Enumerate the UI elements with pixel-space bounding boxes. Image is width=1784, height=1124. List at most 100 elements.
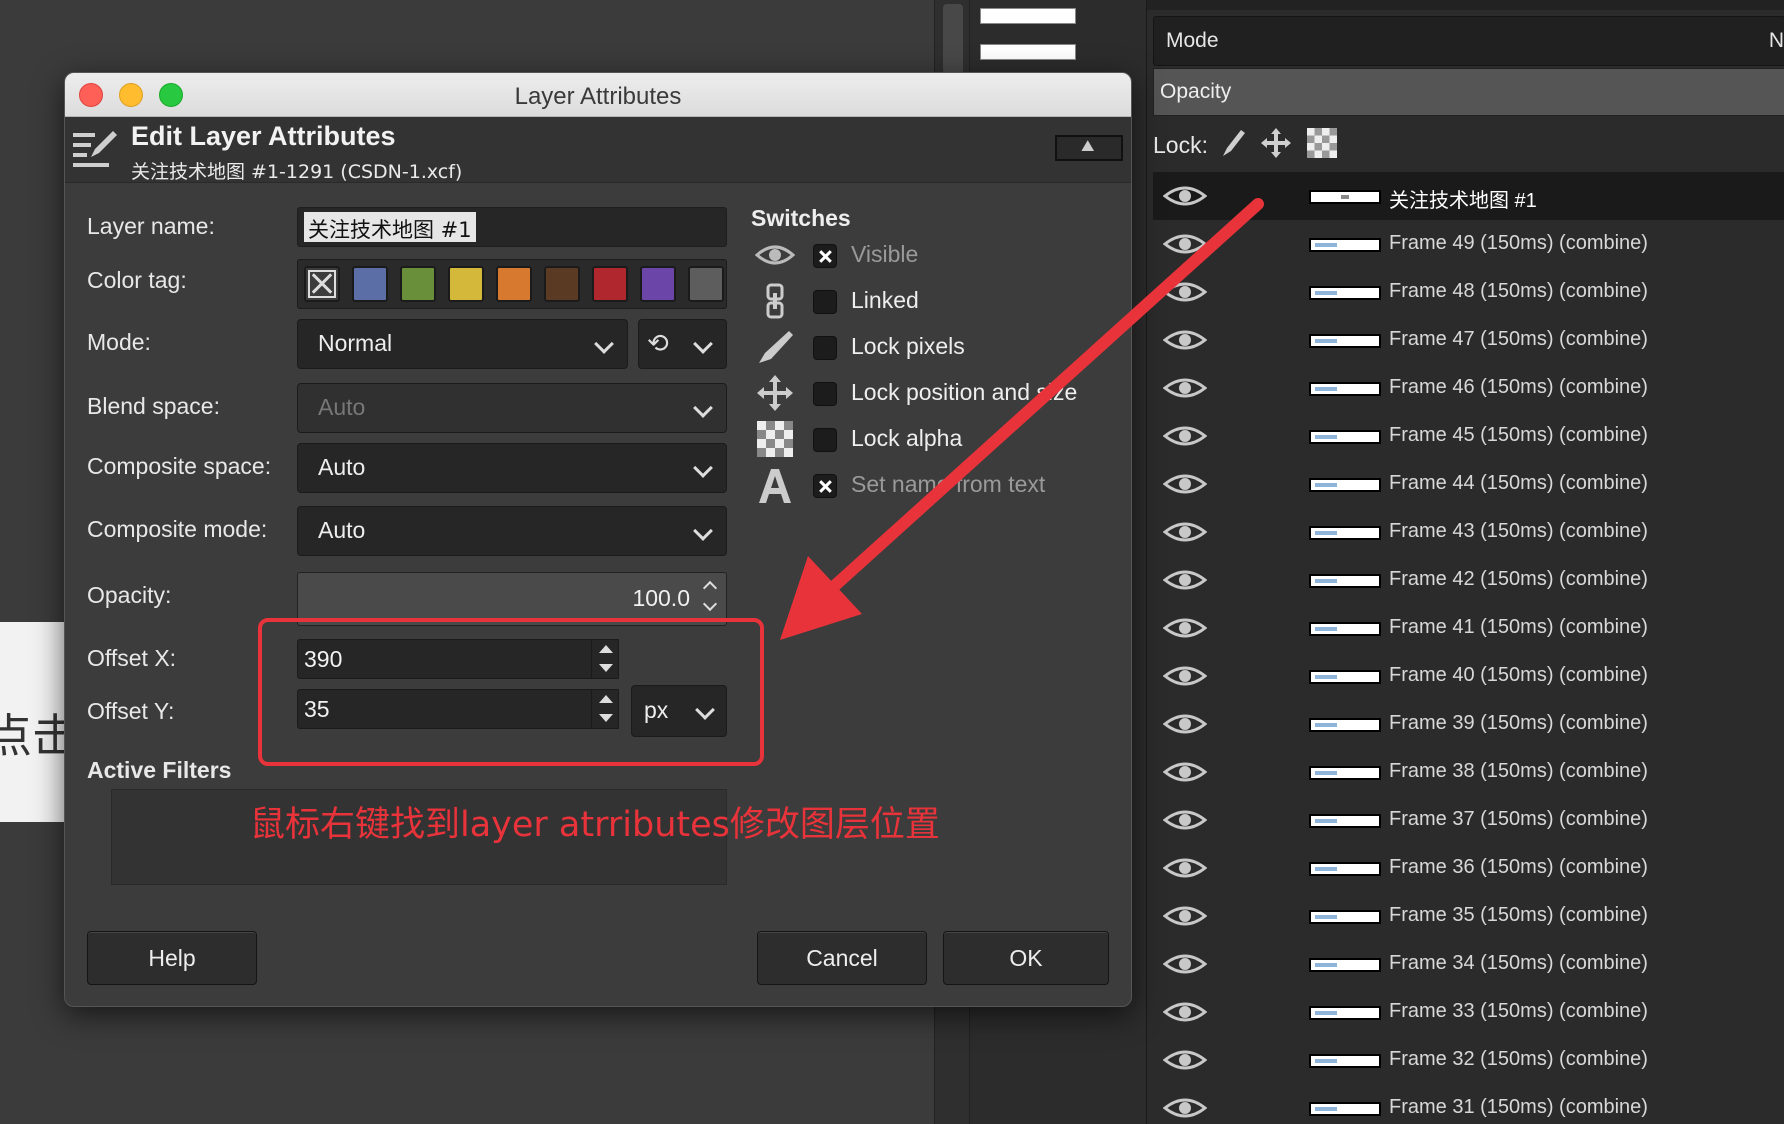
window-titlebar[interactable]: Layer Attributes xyxy=(65,73,1131,117)
color-tag-swatch[interactable] xyxy=(544,266,580,302)
color-tag-none[interactable] xyxy=(304,266,340,302)
checkerboard-icon xyxy=(757,421,793,457)
layer-row[interactable]: Frame 44 (150ms) (combine) xyxy=(1153,460,1784,508)
eye-icon[interactable] xyxy=(1163,230,1207,258)
layer-row[interactable]: Frame 45 (150ms) (combine) xyxy=(1153,412,1784,460)
color-tag-swatch[interactable] xyxy=(352,266,388,302)
name-from-text-checkbox[interactable] xyxy=(813,474,837,498)
switch-visible[interactable]: Visible xyxy=(755,235,1115,275)
eye-icon[interactable] xyxy=(1163,518,1207,546)
layer-mode-selector[interactable]: Mode N xyxy=(1153,16,1784,66)
mode-dropdown[interactable]: Normal xyxy=(297,319,628,369)
layer-row[interactable]: Frame 39 (150ms) (combine) xyxy=(1153,700,1784,748)
image-thumbnail[interactable] xyxy=(980,44,1076,60)
eye-icon[interactable] xyxy=(1163,470,1207,498)
layer-row[interactable]: Frame 38 (150ms) (combine) xyxy=(1153,748,1784,796)
layer-thumbnail xyxy=(1309,670,1381,684)
lock-position-checkbox[interactable] xyxy=(813,382,837,406)
eye-icon[interactable] xyxy=(1163,806,1207,834)
switch-lock-pixels[interactable]: Lock pixels xyxy=(755,327,1115,367)
layer-name: Frame 34 (150ms) (combine) xyxy=(1389,952,1648,974)
layer-name: Frame 42 (150ms) (combine) xyxy=(1389,568,1648,590)
layer-thumbnail xyxy=(1309,334,1381,348)
opacity-label: Opacity xyxy=(1160,80,1232,103)
layer-row[interactable]: Frame 34 (150ms) (combine) xyxy=(1153,940,1784,988)
layer-thumbnail xyxy=(1309,862,1381,876)
color-tag-swatch[interactable] xyxy=(448,266,484,302)
layer-thumbnail xyxy=(1309,286,1381,300)
layer-row[interactable]: Frame 37 (150ms) (combine) xyxy=(1153,796,1784,844)
color-tag-swatch[interactable] xyxy=(592,266,628,302)
layer-row[interactable]: Frame 49 (150ms) (combine) xyxy=(1153,220,1784,268)
eye-icon[interactable] xyxy=(1163,1046,1207,1074)
brush-icon xyxy=(759,331,793,363)
mode-reset-dropdown[interactable]: ⟲ xyxy=(638,319,727,369)
image-thumbnail[interactable] xyxy=(980,8,1076,24)
linked-label: Linked xyxy=(851,287,919,313)
eye-icon[interactable] xyxy=(1163,278,1207,306)
eye-icon[interactable] xyxy=(1163,566,1207,594)
switch-name-from-text[interactable]: Set name from text xyxy=(755,465,1115,505)
eye-icon[interactable] xyxy=(1163,326,1207,354)
layer-name: Frame 32 (150ms) (combine) xyxy=(1389,1048,1648,1070)
layer-opacity-slider[interactable]: Opacity xyxy=(1153,68,1784,116)
text-tool-icon xyxy=(759,469,791,503)
lock-alpha-checker-icon[interactable] xyxy=(1305,126,1339,160)
move-arrows-icon xyxy=(757,375,793,411)
help-button[interactable]: Help xyxy=(87,931,257,985)
switch-lock-position[interactable]: Lock position and size xyxy=(755,373,1115,413)
eye-icon[interactable] xyxy=(1163,950,1207,978)
chevron-down-icon xyxy=(594,334,614,354)
visible-checkbox[interactable] xyxy=(813,244,837,268)
layer-row[interactable]: Frame 35 (150ms) (combine) xyxy=(1153,892,1784,940)
lock-pixels-brush-icon[interactable] xyxy=(1215,126,1249,160)
switch-lock-alpha[interactable]: Lock alpha xyxy=(755,419,1115,459)
active-filters-label: Active Filters xyxy=(87,757,232,783)
ok-button[interactable]: OK xyxy=(943,931,1109,985)
layer-row[interactable]: Frame 40 (150ms) (combine) xyxy=(1153,652,1784,700)
visible-label: Visible xyxy=(851,241,919,267)
eye-icon[interactable] xyxy=(1163,854,1207,882)
eye-icon[interactable] xyxy=(1163,422,1207,450)
cancel-button[interactable]: Cancel xyxy=(757,931,927,985)
eye-icon[interactable] xyxy=(1163,374,1207,402)
layer-name: Frame 47 (150ms) (combine) xyxy=(1389,328,1648,350)
lock-pixels-checkbox[interactable] xyxy=(813,336,837,360)
eye-icon[interactable] xyxy=(1163,662,1207,690)
eye-icon[interactable] xyxy=(1163,182,1207,210)
blend-space-dropdown[interactable]: Auto xyxy=(297,383,727,433)
layer-row[interactable]: Frame 48 (150ms) (combine) xyxy=(1153,268,1784,316)
layer-row[interactable]: Frame 33 (150ms) (combine) xyxy=(1153,988,1784,1036)
lock-pixels-label: Lock pixels xyxy=(851,333,965,359)
layer-row[interactable]: Frame 41 (150ms) (combine) xyxy=(1153,604,1784,652)
lock-alpha-checkbox[interactable] xyxy=(813,428,837,452)
composite-space-dropdown[interactable]: Auto xyxy=(297,443,727,493)
eye-icon[interactable] xyxy=(1163,902,1207,930)
color-tag-swatch[interactable] xyxy=(400,266,436,302)
offset-x-label: Offset X: xyxy=(87,645,177,671)
layer-name-input[interactable]: 关注技术地图 #1 xyxy=(297,207,727,247)
lock-position-move-icon[interactable] xyxy=(1259,126,1293,160)
layer-row[interactable]: 关注技术地图 #1 xyxy=(1153,172,1784,220)
color-tag-swatch[interactable] xyxy=(496,266,532,302)
scrollbar-thumb[interactable] xyxy=(943,4,963,74)
eye-icon[interactable] xyxy=(1163,614,1207,642)
eye-icon[interactable] xyxy=(1163,1094,1207,1122)
layer-row[interactable]: Frame 36 (150ms) (combine) xyxy=(1153,844,1784,892)
color-tag-swatch[interactable] xyxy=(688,266,724,302)
layer-row[interactable]: Frame 42 (150ms) (combine) xyxy=(1153,556,1784,604)
eye-icon[interactable] xyxy=(1163,758,1207,786)
eye-icon[interactable] xyxy=(1163,998,1207,1026)
eye-icon[interactable] xyxy=(1163,710,1207,738)
composite-mode-dropdown[interactable]: Auto xyxy=(297,506,727,556)
layer-row[interactable]: Frame 47 (150ms) (combine) xyxy=(1153,316,1784,364)
linked-checkbox[interactable] xyxy=(813,290,837,314)
color-tag-swatch[interactable] xyxy=(640,266,676,302)
layer-row[interactable]: Frame 32 (150ms) (combine) xyxy=(1153,1036,1784,1084)
switch-linked[interactable]: Linked xyxy=(755,281,1115,321)
opacity-stepper[interactable] xyxy=(698,575,724,623)
lock-label: Lock: xyxy=(1153,132,1208,158)
layer-row[interactable]: Frame 31 (150ms) (combine) xyxy=(1153,1084,1784,1124)
layer-row[interactable]: Frame 43 (150ms) (combine) xyxy=(1153,508,1784,556)
layer-row[interactable]: Frame 46 (150ms) (combine) xyxy=(1153,364,1784,412)
